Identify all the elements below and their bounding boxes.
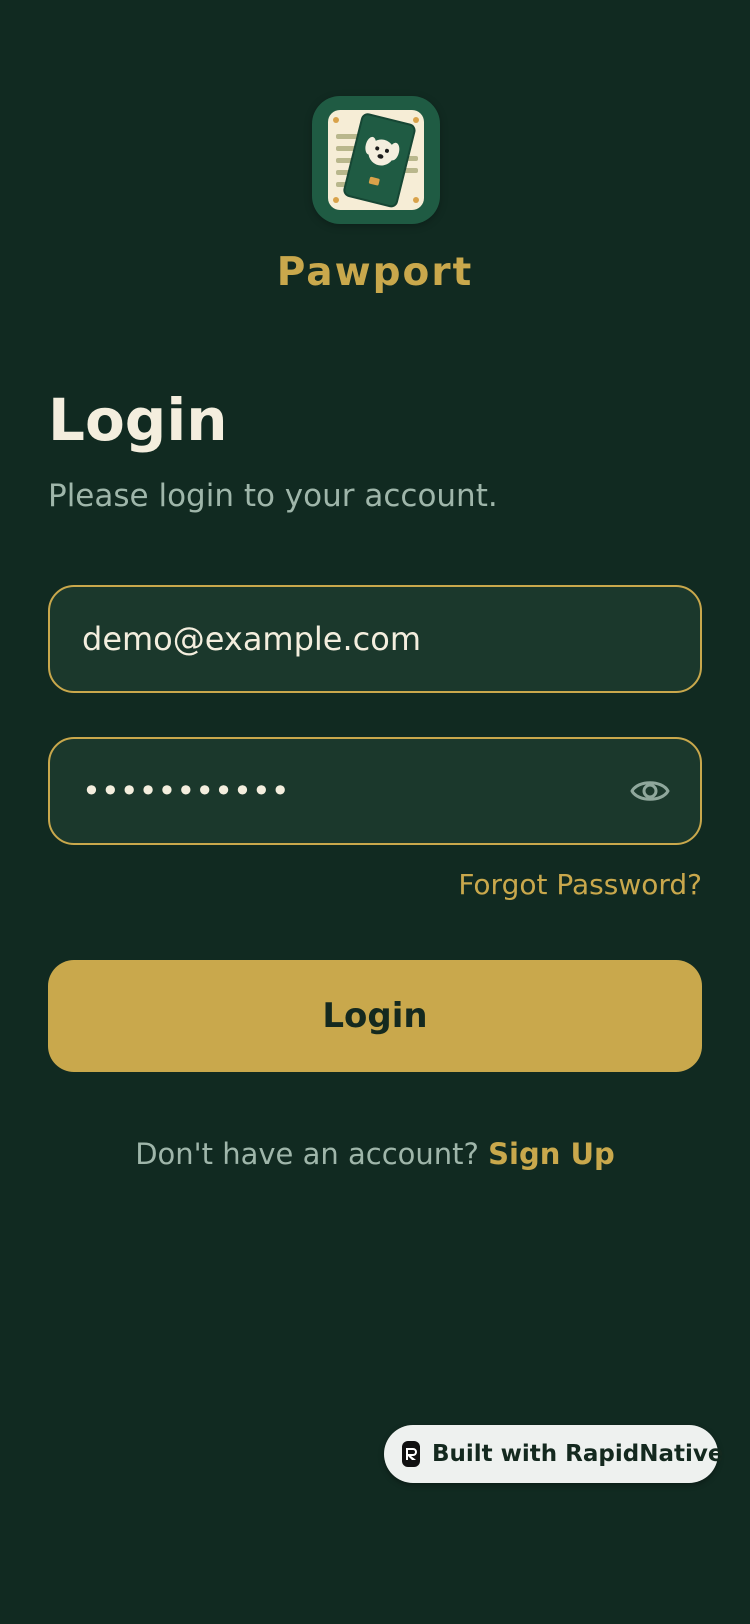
email-field[interactable]: demo@example.com	[48, 585, 702, 693]
eye-icon[interactable]	[630, 773, 670, 809]
password-value: •••••••••••	[82, 772, 290, 810]
signup-prompt: Don't have an account? Sign Up	[0, 1137, 750, 1171]
password-field[interactable]: •••••••••••	[48, 737, 702, 845]
rapidnative-logo-icon	[402, 1441, 420, 1467]
email-value: demo@example.com	[82, 620, 421, 658]
signup-link[interactable]: Sign Up	[488, 1137, 615, 1171]
badge-label: Built with RapidNative	[432, 1441, 724, 1467]
pet-passport-icon	[328, 110, 424, 210]
app-logo	[312, 96, 440, 224]
no-account-text: Don't have an account?	[135, 1137, 479, 1171]
page-subtitle: Please login to your account.	[48, 478, 498, 514]
login-button[interactable]: Login	[48, 960, 702, 1072]
built-with-badge[interactable]: Built with RapidNative	[384, 1425, 723, 1483]
page-title: Login	[48, 386, 228, 454]
forgot-password-link[interactable]: Forgot Password?	[458, 868, 702, 901]
app-name: Pawport	[276, 250, 474, 295]
